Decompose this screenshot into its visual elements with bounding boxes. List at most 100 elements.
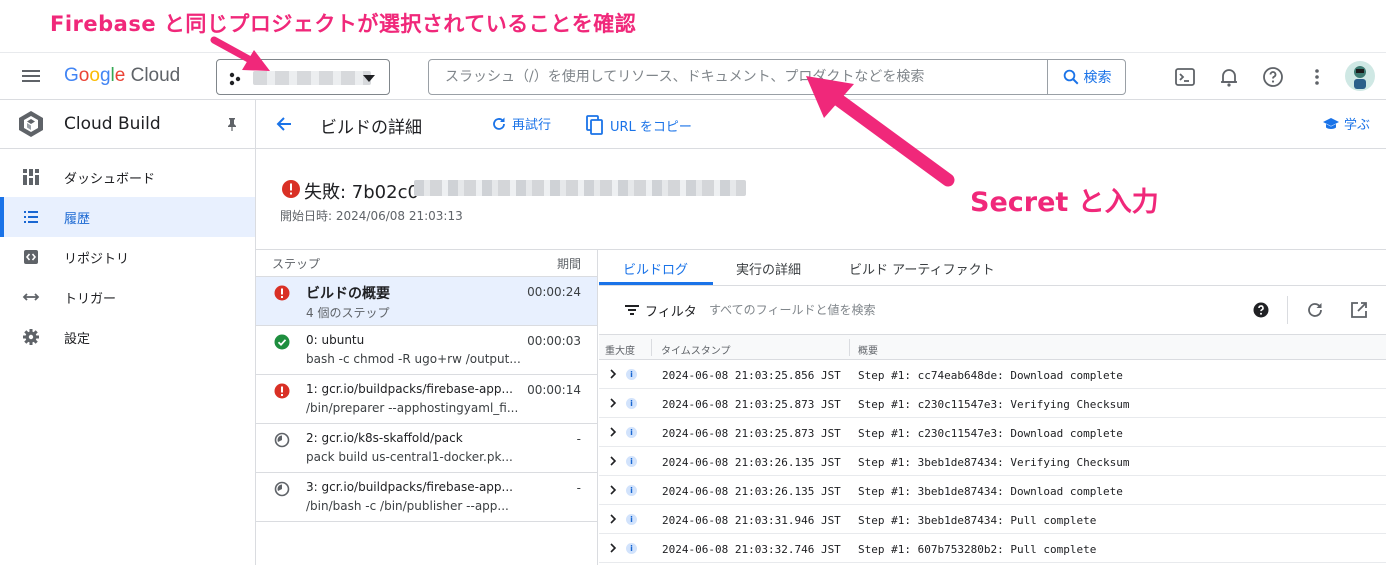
tab-build-log[interactable]: ビルドログ (623, 259, 688, 278)
more-vert-icon[interactable] (1305, 65, 1329, 89)
sidebar-item-repositories[interactable]: リポジトリ (0, 237, 255, 277)
cloud-shell-icon[interactable] (1173, 65, 1197, 89)
info-severity-icon: i (626, 543, 637, 554)
list-icon (24, 211, 38, 223)
step-row[interactable]: 0: ubuntu bash -c chmod -R ugo+rw /outpu… (256, 326, 597, 375)
log-timestamp: 2024-06-08 21:03:25.873 JST (662, 398, 841, 411)
chevron-right-icon[interactable] (607, 426, 619, 438)
log-row[interactable]: i 2024-06-08 21:03:25.873 JST Step #1: c… (599, 418, 1386, 447)
step-command: /bin/bash -c /bin/publisher --app... (306, 499, 509, 513)
info-severity-icon: i (626, 427, 637, 438)
log-timestamp: 2024-06-08 21:03:25.856 JST (662, 369, 841, 382)
google-cloud-logo[interactable]: Google Cloud (64, 65, 180, 87)
step-command: 4 個のステップ (306, 306, 390, 320)
log-row[interactable]: i 2024-06-08 21:03:26.135 JST Step #1: 3… (599, 447, 1386, 476)
dashboard-icon (23, 169, 39, 185)
step-name: 1: gcr.io/buildpacks/firebase-app... (306, 382, 513, 396)
step-name: 3: gcr.io/buildpacks/firebase-app... (306, 480, 513, 494)
search-button[interactable]: 検索 (1047, 60, 1125, 94)
annotation-project-note: Firebase と同じプロジェクトが選択されていることを確認 (50, 12, 637, 36)
log-col-timestamp: タイムスタンプ (661, 346, 731, 357)
chevron-right-icon[interactable] (607, 368, 619, 380)
pending-clock-icon (274, 432, 290, 448)
log-table-header: 重大度 タイムスタンプ 概要 (599, 335, 1386, 360)
error-icon (274, 285, 290, 301)
info-severity-icon: i (626, 369, 637, 380)
build-status-id: 失敗: 7b02c0 (304, 182, 419, 203)
tab-build-artifacts[interactable]: ビルド アーティファクト (849, 259, 995, 278)
sidebar-item-triggers[interactable]: トリガー (0, 277, 255, 317)
log-rows: i 2024-06-08 21:03:25.856 JST Step #1: c… (599, 360, 1386, 563)
step-row[interactable]: 2: gcr.io/k8s-skaffold/pack pack build u… (256, 424, 597, 473)
build-id-redacted (414, 180, 746, 196)
avatar[interactable] (1345, 61, 1375, 91)
retry-button[interactable]: 再試行 (490, 114, 551, 133)
sidebar-item-dashboard[interactable]: ダッシュボード (0, 157, 255, 197)
sidebar-item-settings[interactable]: 設定 (0, 317, 255, 357)
learn-button[interactable]: 学ぶ (1322, 114, 1370, 133)
tab-execution-details[interactable]: 実行の詳細 (736, 259, 801, 278)
step-name: 0: ubuntu (306, 333, 365, 347)
info-severity-icon: i (626, 456, 637, 467)
step-duration: 00:00:24 (527, 285, 581, 299)
build-start-time: 開始日時: 2024/06/08 21:03:13 (280, 209, 463, 223)
log-filter-bar: フィルタ (599, 286, 1386, 335)
log-row[interactable]: i 2024-06-08 21:03:26.135 JST Step #1: 3… (599, 476, 1386, 505)
log-row[interactable]: i 2024-06-08 21:03:25.873 JST Step #1: c… (599, 389, 1386, 418)
step-row-summary[interactable]: ビルドの概要 4 個のステップ 00:00:24 (256, 277, 597, 326)
sidebar-item-label: トリガー (64, 291, 117, 307)
chevron-right-icon[interactable] (607, 513, 619, 525)
step-duration: - (576, 432, 581, 446)
copy-url-button[interactable]: URL をコピー (584, 114, 692, 136)
avatar-icon (1354, 66, 1366, 89)
info-severity-icon: i (626, 514, 637, 525)
log-message: Step #1: 3beb1de87434: Pull complete (858, 514, 1097, 527)
error-icon (274, 383, 290, 399)
log-timestamp: 2024-06-08 21:03:26.135 JST (662, 485, 841, 498)
search-bar: 検索 (428, 59, 1126, 95)
log-message: Step #1: c230c11547e3: Verifying Checksu… (858, 398, 1130, 411)
log-row[interactable]: i 2024-06-08 21:03:31.946 JST Step #1: 3… (599, 505, 1386, 534)
repository-icon (24, 250, 38, 264)
sidebar-item-history[interactable]: 履歴 (0, 197, 255, 237)
log-timestamp: 2024-06-08 21:03:32.746 JST (662, 543, 841, 556)
step-command: pack build us-central1-docker.pk... (306, 450, 513, 464)
annotation-banner: Firebase と同じプロジェクトが選択されていることを確認 (0, 0, 1386, 52)
pin-icon[interactable] (224, 116, 240, 132)
back-arrow-icon[interactable] (274, 114, 294, 134)
project-picker[interactable] (216, 59, 390, 95)
search-input[interactable] (429, 60, 1049, 94)
school-icon (1323, 117, 1339, 129)
product-name: Cloud Build (64, 114, 161, 134)
sidebar-header: Cloud Build (0, 100, 255, 149)
log-message: Step #1: 3beb1de87434: Verifying Checksu… (858, 456, 1130, 469)
learn-label: 学ぶ (1344, 118, 1371, 133)
step-duration: 00:00:14 (527, 383, 581, 397)
refresh-icon[interactable] (1305, 300, 1325, 320)
log-row[interactable]: i 2024-06-08 21:03:25.856 JST Step #1: c… (599, 360, 1386, 389)
pending-clock-icon (274, 481, 290, 497)
check-circle-icon (274, 334, 290, 350)
step-row[interactable]: 1: gcr.io/buildpacks/firebase-app... /bi… (256, 375, 597, 424)
menu-icon[interactable] (22, 67, 46, 87)
chevron-right-icon[interactable] (607, 397, 619, 409)
project-name-redacted (253, 71, 371, 85)
notifications-bell-icon[interactable] (1217, 65, 1241, 89)
chevron-right-icon[interactable] (607, 455, 619, 467)
step-row[interactable]: 3: gcr.io/buildpacks/firebase-app... /bi… (256, 473, 597, 522)
help-icon[interactable] (1261, 65, 1285, 89)
step-name: ビルドの概要 (306, 286, 390, 302)
step-duration: 00:00:03 (527, 334, 581, 348)
sidebar: Cloud Build ダッシュボード 履歴 リポジトリ トリガー 設定 (0, 100, 256, 565)
log-col-summary: 概要 (858, 346, 878, 357)
chevron-right-icon[interactable] (607, 484, 619, 496)
log-row[interactable]: i 2024-06-08 21:03:32.746 JST Step #1: 6… (599, 534, 1386, 563)
info-severity-icon: i (626, 398, 637, 409)
chevron-right-icon[interactable] (607, 542, 619, 554)
open-in-new-icon[interactable] (1349, 300, 1369, 320)
log-timestamp: 2024-06-08 21:03:26.135 JST (662, 456, 841, 469)
help-filled-icon[interactable] (1251, 300, 1271, 320)
log-filter-input[interactable] (709, 298, 1209, 322)
page-header: ビルドの詳細 再試行 URL をコピー 学ぶ (256, 100, 1386, 149)
log-timestamp: 2024-06-08 21:03:31.946 JST (662, 514, 841, 527)
